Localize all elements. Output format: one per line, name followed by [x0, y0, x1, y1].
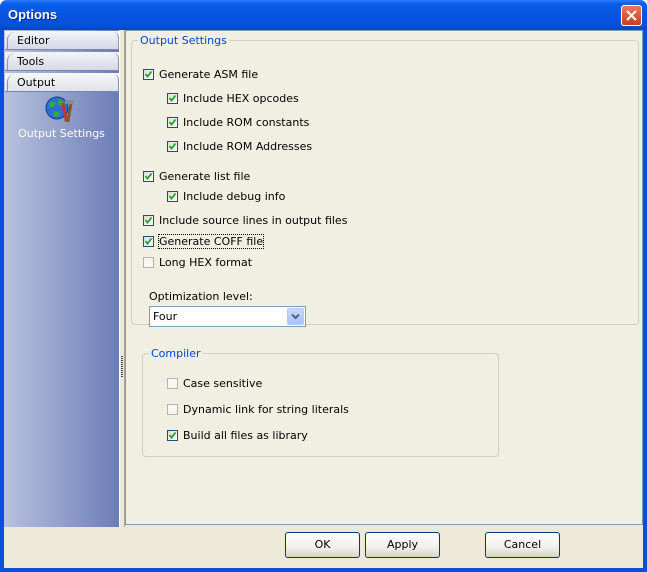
checkbox-checked[interactable]: [143, 170, 154, 182]
dialog-client: Editor Tools Output Output Settings Outp…: [4, 30, 643, 568]
checkbox-unchecked[interactable]: [143, 256, 154, 268]
checkbox-checked[interactable]: [167, 140, 178, 152]
output-settings-group: Output Settings Generate ASM file Includ…: [131, 34, 639, 327]
chevron-down-icon: [291, 313, 300, 320]
checkbox-checked[interactable]: [167, 92, 178, 104]
nav-pane: Editor Tools Output Output Settings: [4, 30, 119, 527]
checkbox-checked[interactable]: [143, 214, 154, 226]
option-case-sensitive[interactable]: Case sensitive: [167, 377, 262, 391]
option-include-rom-addresses[interactable]: Include ROM Addresses: [167, 140, 312, 154]
button-bar: OK Apply Cancel: [4, 527, 643, 568]
option-label: Generate list file: [159, 170, 251, 183]
option-dynamic-link[interactable]: Dynamic link for string literals: [167, 403, 349, 417]
checkbox-unchecked[interactable]: [167, 403, 178, 415]
checkbox-checked[interactable]: [143, 68, 154, 80]
option-label: Generate COFF file: [157, 234, 265, 249]
nav-tab-label: Editor: [17, 34, 50, 47]
group-legend: Output Settings: [140, 34, 227, 47]
option-label: Include ROM Addresses: [183, 140, 313, 153]
nav-tab-label: Output: [17, 76, 56, 89]
option-generate-list-file[interactable]: Generate list file: [143, 170, 250, 184]
cancel-button[interactable]: Cancel: [485, 532, 560, 558]
nav-tab-tools[interactable]: Tools: [5, 52, 119, 71]
settings-panel: Output Settings Generate ASM file Includ…: [125, 30, 643, 525]
ok-button[interactable]: OK: [285, 532, 360, 558]
globe-tools-icon: [45, 96, 74, 123]
dropdown-button[interactable]: [287, 308, 304, 325]
option-label: Include debug info: [183, 190, 286, 203]
option-include-source-lines[interactable]: Include source lines in output files: [143, 214, 347, 228]
checkbox-checked[interactable]: [167, 116, 178, 128]
nav-item-output-settings[interactable]: Output Settings: [4, 94, 119, 144]
nav-tab-output[interactable]: Output: [5, 73, 119, 92]
window-title: Options: [8, 7, 58, 22]
option-label: Generate ASM file: [159, 68, 259, 81]
nav-tab-editor[interactable]: Editor: [5, 31, 119, 50]
apply-button[interactable]: Apply: [365, 532, 440, 558]
checkbox-checked[interactable]: [167, 190, 178, 202]
option-generate-coff[interactable]: Generate COFF file: [143, 234, 265, 249]
options-window: Options Editor Tools Output Output Setti…: [0, 0, 647, 572]
option-label: Include ROM constants: [183, 116, 310, 129]
close-button[interactable]: [621, 5, 642, 26]
checkbox-unchecked[interactable]: [167, 377, 178, 389]
option-label: Include source lines in output files: [159, 214, 348, 227]
option-long-hex-format[interactable]: Long HEX format: [143, 256, 252, 270]
option-include-rom-constants[interactable]: Include ROM constants: [167, 116, 309, 130]
optimization-select[interactable]: Four: [149, 306, 306, 327]
option-generate-asm[interactable]: Generate ASM file: [143, 68, 258, 82]
compiler-group: Compiler Case sensitive Dynamic link for…: [142, 347, 499, 457]
title-bar[interactable]: Options: [0, 0, 647, 30]
option-label: Build all files as library: [183, 429, 308, 442]
option-include-hex-opcodes[interactable]: Include HEX opcodes: [167, 92, 299, 106]
splitter-grip-icon: [121, 356, 123, 378]
checkbox-checked[interactable]: [167, 429, 178, 441]
group-legend: Compiler: [151, 347, 201, 360]
option-label: Case sensitive: [183, 377, 263, 390]
option-label: Long HEX format: [159, 256, 253, 269]
option-include-debug-info[interactable]: Include debug info: [167, 190, 285, 204]
optimization-value: Four: [153, 310, 178, 323]
nav-item-label: Output Settings: [18, 127, 105, 140]
nav-tab-label: Tools: [17, 55, 45, 68]
close-icon: [626, 10, 637, 21]
option-label: Include HEX opcodes: [183, 92, 299, 105]
option-label: Dynamic link for string literals: [183, 403, 349, 416]
option-build-as-library[interactable]: Build all files as library: [167, 429, 308, 443]
optimization-label: Optimization level:: [149, 290, 253, 303]
checkbox-checked[interactable]: [143, 235, 154, 247]
